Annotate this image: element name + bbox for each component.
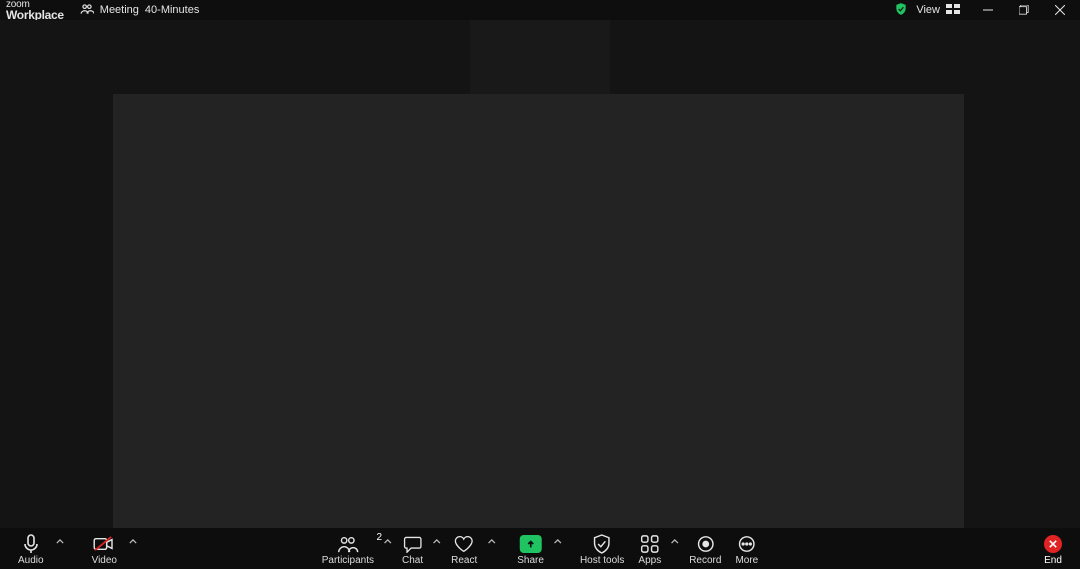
toolbar-right-group: End	[1038, 530, 1068, 568]
camera-off-icon	[93, 534, 115, 554]
host-tools-button[interactable]: Host tools	[574, 530, 630, 568]
heart-icon	[454, 534, 474, 554]
more-button[interactable]: More	[729, 530, 764, 568]
gallery-icon	[946, 4, 960, 17]
chat-menu-caret[interactable]	[431, 530, 443, 568]
participants-menu-caret[interactable]	[382, 530, 394, 568]
apps-menu-caret[interactable]	[669, 530, 681, 568]
title-bar-left: zoom Workplace Meeting 40-Minutes	[6, 0, 199, 21]
video-menu-caret[interactable]	[127, 530, 139, 568]
close-icon	[1044, 535, 1062, 553]
toolbar-center-group: 2 Participants Chat React	[316, 530, 765, 568]
maximize-button[interactable]	[1010, 0, 1038, 20]
view-label: View	[916, 4, 940, 16]
meeting-duration: 40-Minutes	[145, 4, 199, 16]
share-screen-icon	[520, 535, 542, 553]
share-label: Share	[517, 556, 544, 566]
more-icon	[738, 534, 756, 554]
react-button[interactable]: React	[445, 530, 483, 568]
brand-line-2: Workplace	[6, 9, 64, 21]
active-speaker-video[interactable]	[113, 94, 964, 528]
end-button[interactable]: End	[1038, 530, 1068, 568]
record-label: Record	[689, 556, 721, 566]
shield-icon	[593, 534, 611, 554]
video-label: Video	[92, 556, 117, 566]
apps-icon	[641, 534, 659, 554]
react-menu-caret[interactable]	[485, 530, 497, 568]
audio-button[interactable]: Audio	[12, 530, 50, 568]
view-button[interactable]: View	[916, 4, 960, 17]
video-thumbnail-strip[interactable]	[470, 20, 610, 94]
participants-icon	[337, 534, 359, 554]
more-label: More	[735, 556, 758, 566]
encryption-shield-icon[interactable]	[894, 2, 908, 19]
title-bar: zoom Workplace Meeting 40-Minutes	[0, 0, 1080, 20]
close-button[interactable]	[1046, 0, 1074, 20]
participants-button[interactable]: 2 Participants	[316, 530, 380, 568]
audio-menu-caret[interactable]	[54, 530, 66, 568]
minimize-button[interactable]	[974, 0, 1002, 20]
apps-button[interactable]: Apps	[632, 530, 667, 568]
chat-button[interactable]: Chat	[396, 530, 429, 568]
end-label: End	[1044, 556, 1062, 566]
share-button[interactable]: Share	[511, 530, 550, 568]
meeting-label: Meeting	[100, 4, 139, 16]
brand-logo: zoom Workplace	[6, 0, 64, 21]
microphone-icon	[23, 534, 39, 554]
toolbar-left-group: Audio Video	[12, 530, 139, 568]
host-tools-label: Host tools	[580, 556, 624, 566]
record-button[interactable]: Record	[683, 530, 727, 568]
meeting-toolbar: Audio Video	[0, 528, 1080, 569]
share-menu-caret[interactable]	[552, 530, 564, 568]
meeting-stage	[0, 20, 1080, 528]
apps-label: Apps	[638, 556, 661, 566]
meeting-info-button[interactable]: Meeting 40-Minutes	[80, 3, 200, 18]
react-label: React	[451, 556, 477, 566]
record-icon	[696, 534, 714, 554]
title-bar-right: View	[894, 0, 1074, 20]
participants-icon	[80, 3, 94, 18]
audio-label: Audio	[18, 556, 44, 566]
participants-label: Participants	[322, 556, 374, 566]
participants-count-badge: 2	[376, 532, 382, 543]
chat-icon	[403, 534, 423, 554]
chat-label: Chat	[402, 556, 423, 566]
video-button[interactable]: Video	[86, 530, 123, 568]
